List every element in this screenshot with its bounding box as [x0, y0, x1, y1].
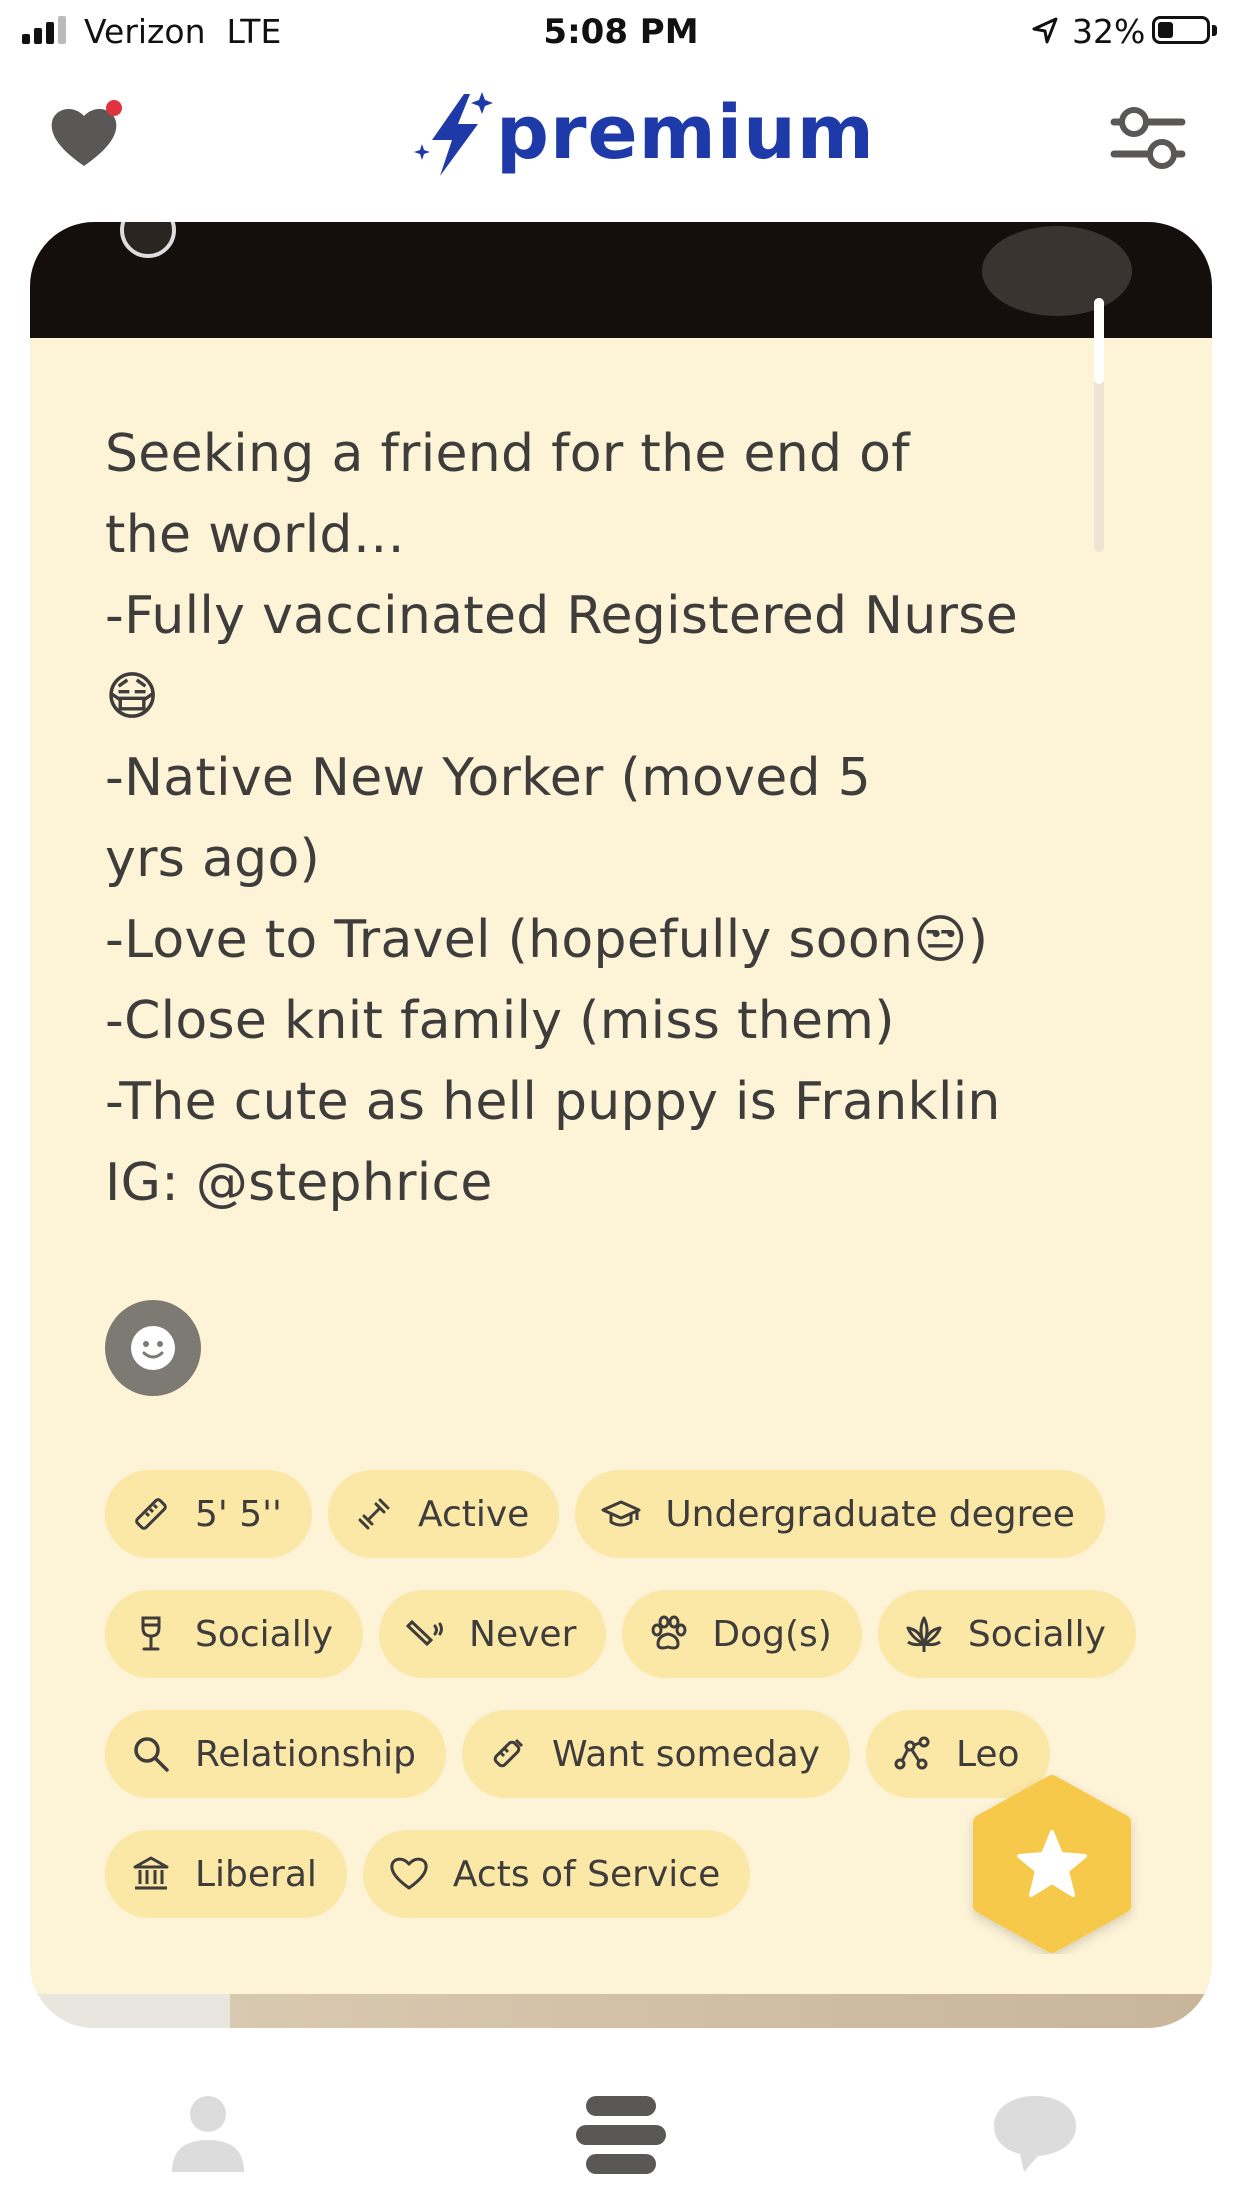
chip-row: Socially Never Dog(s) Socially [105, 1590, 1185, 1678]
premium-logo[interactable]: premium [412, 84, 874, 184]
top-bar: premium [0, 70, 1242, 220]
chip-label: Acts of Service [452, 1853, 721, 1895]
chip-looking-for: Relationship [105, 1710, 446, 1798]
bio-line: Seeking a friend for the end of [105, 424, 910, 484]
bio-line: IG: @stephrice [105, 1153, 493, 1213]
battery-icon [1152, 16, 1210, 44]
chip-cannabis: Socially [877, 1590, 1136, 1678]
status-bar: Verizon LTE 5:08 PM 32% [0, 0, 1242, 64]
chats-tab-icon[interactable] [990, 2092, 1080, 2176]
bio-line: yrs ago) [105, 829, 321, 889]
chip-label: Relationship [195, 1733, 416, 1775]
bio-text: Seeking a friend for the end of the worl… [105, 414, 1165, 1224]
chip-label: Undergraduate degree [665, 1493, 1075, 1535]
wine-glass-icon [141, 1616, 161, 1651]
bio-line: the world… [105, 505, 406, 565]
chip-label: Socially [967, 1613, 1106, 1655]
likes-heart-icon[interactable] [48, 96, 128, 176]
chip-label: 5' 5'' [195, 1493, 282, 1535]
bolt-sparkle-icon [414, 92, 493, 176]
chip-smoking: Never [379, 1590, 607, 1678]
chip-row: 5' 5'' Active Undergraduate degree [105, 1470, 1185, 1558]
constellation-icon [894, 1736, 930, 1770]
ruler-icon [135, 1498, 167, 1530]
dumbbell-icon [358, 1498, 390, 1530]
bio-line: -Close knit family (miss them) [105, 991, 895, 1051]
location-arrow-icon [1032, 17, 1058, 44]
smiley-icon [131, 1326, 175, 1370]
battery-percent: 32% [1072, 12, 1146, 51]
next-photo-preview [30, 1994, 1212, 2028]
chip-label: Liberal [195, 1853, 317, 1895]
chip-height: 5' 5'' [105, 1470, 312, 1558]
bio-line: -Fully vaccinated Registered Nurse [105, 586, 1018, 646]
cannabis-leaf-icon [906, 1616, 942, 1652]
premium-label: premium [496, 90, 875, 176]
scrollbar-thumb[interactable] [1094, 298, 1104, 384]
baby-bottle-icon [493, 1738, 524, 1768]
chip-label: Leo [955, 1733, 1020, 1775]
bio-line: -The cute as hell puppy is Franklin [105, 1072, 1001, 1132]
superswipe-button[interactable] [964, 1774, 1140, 1954]
chip-politics: Liberal [105, 1830, 347, 1918]
photo-badge [120, 222, 176, 258]
chip-label: Socially [195, 1613, 334, 1655]
battery-tip [1212, 25, 1217, 36]
chip-pets: Dog(s) [622, 1590, 862, 1678]
chip-label: Active [417, 1493, 530, 1535]
people-tab-icon[interactable] [576, 2094, 666, 2176]
chip-label: Want someday [552, 1733, 820, 1775]
bio-line: -Love to Travel (hopefully soon😒) [105, 910, 989, 970]
bio-line: 😷 [105, 667, 160, 727]
chip-education: Undergraduate degree [575, 1470, 1105, 1558]
profile-tab-icon[interactable] [168, 2092, 248, 2176]
filter-sliders-icon[interactable] [1110, 100, 1186, 176]
graduation-cap-icon [601, 1500, 641, 1527]
bio-line: -Native New Yorker (moved 5 [105, 748, 872, 808]
profile-photo [30, 222, 1212, 338]
paw-icon [651, 1615, 687, 1650]
reaction-button[interactable] [105, 1300, 201, 1396]
chip-love-language: Acts of Service [362, 1830, 751, 1918]
chip-label: Never [469, 1613, 577, 1655]
magnifier-icon [134, 1737, 169, 1772]
chip-exercise: Active [327, 1470, 560, 1558]
heart-outline-icon [390, 1857, 428, 1890]
bottom-tab-bar [0, 2070, 1242, 2208]
chip-label: Dog(s) [712, 1613, 832, 1655]
chip-kids: Want someday [462, 1710, 850, 1798]
government-building-icon [133, 1856, 169, 1890]
chip-drinking: Socially [105, 1590, 364, 1678]
cigarette-icon [405, 1619, 444, 1647]
